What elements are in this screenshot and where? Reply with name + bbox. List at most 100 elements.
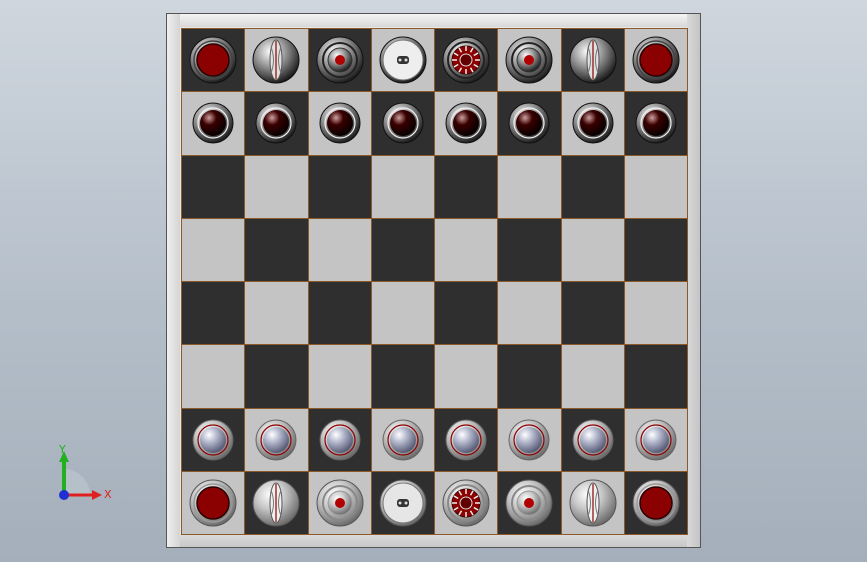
square-e8[interactable] (435, 29, 498, 92)
square-e7[interactable] (435, 92, 498, 155)
black-queen-icon[interactable] (378, 35, 428, 85)
square-g3[interactable] (561, 345, 624, 408)
black-knight-icon[interactable] (568, 35, 618, 85)
square-a4[interactable] (182, 282, 245, 345)
square-d1[interactable] (371, 471, 434, 534)
white-pawn-icon[interactable] (444, 418, 488, 462)
square-f2[interactable] (498, 408, 561, 471)
square-b2[interactable] (245, 408, 308, 471)
square-d5[interactable] (371, 218, 434, 281)
white-queen-icon[interactable] (378, 478, 428, 528)
square-a3[interactable] (182, 345, 245, 408)
black-rook-icon[interactable] (188, 35, 238, 85)
square-g1[interactable] (561, 471, 624, 534)
white-rook-icon[interactable] (188, 478, 238, 528)
square-f8[interactable] (498, 29, 561, 92)
square-a5[interactable] (182, 218, 245, 281)
square-f6[interactable] (498, 155, 561, 218)
frame-bevel-left (167, 14, 180, 547)
black-bishop-icon[interactable] (504, 35, 554, 85)
square-b4[interactable] (245, 282, 308, 345)
square-a7[interactable] (182, 92, 245, 155)
square-d6[interactable] (371, 155, 434, 218)
black-pawn-icon[interactable] (444, 101, 488, 145)
square-f1[interactable] (498, 471, 561, 534)
square-e4[interactable] (435, 282, 498, 345)
square-d4[interactable] (371, 282, 434, 345)
square-g2[interactable] (561, 408, 624, 471)
square-c5[interactable] (308, 218, 371, 281)
black-pawn-icon[interactable] (191, 101, 235, 145)
square-f4[interactable] (498, 282, 561, 345)
square-a2[interactable] (182, 408, 245, 471)
square-b6[interactable] (245, 155, 308, 218)
black-pawn-icon[interactable] (254, 101, 298, 145)
square-a6[interactable] (182, 155, 245, 218)
square-e5[interactable] (435, 218, 498, 281)
square-f3[interactable] (498, 345, 561, 408)
black-pawn-icon[interactable] (634, 101, 678, 145)
white-knight-icon[interactable] (251, 478, 301, 528)
square-f5[interactable] (498, 218, 561, 281)
square-b3[interactable] (245, 345, 308, 408)
square-c1[interactable] (308, 471, 371, 534)
square-c8[interactable] (308, 29, 371, 92)
square-g8[interactable] (561, 29, 624, 92)
square-c6[interactable] (308, 155, 371, 218)
square-c3[interactable] (308, 345, 371, 408)
square-g4[interactable] (561, 282, 624, 345)
square-e1[interactable] (435, 471, 498, 534)
square-h8[interactable] (624, 29, 687, 92)
white-bishop-icon[interactable] (504, 478, 554, 528)
square-h5[interactable] (624, 218, 687, 281)
square-g7[interactable] (561, 92, 624, 155)
black-knight-icon[interactable] (251, 35, 301, 85)
square-b5[interactable] (245, 218, 308, 281)
black-pawn-icon[interactable] (507, 101, 551, 145)
square-a8[interactable] (182, 29, 245, 92)
square-e3[interactable] (435, 345, 498, 408)
white-pawn-icon[interactable] (191, 418, 235, 462)
square-d8[interactable] (371, 29, 434, 92)
square-h7[interactable] (624, 92, 687, 155)
square-c4[interactable] (308, 282, 371, 345)
square-e6[interactable] (435, 155, 498, 218)
white-pawn-icon[interactable] (318, 418, 362, 462)
black-rook-icon[interactable] (631, 35, 681, 85)
square-f7[interactable] (498, 92, 561, 155)
square-d3[interactable] (371, 345, 434, 408)
square-e2[interactable] (435, 408, 498, 471)
square-b7[interactable] (245, 92, 308, 155)
white-king-icon[interactable] (441, 478, 491, 528)
square-b1[interactable] (245, 471, 308, 534)
square-c7[interactable] (308, 92, 371, 155)
white-pawn-icon[interactable] (634, 418, 678, 462)
black-pawn-icon[interactable] (571, 101, 615, 145)
white-knight-icon[interactable] (568, 478, 618, 528)
white-pawn-icon[interactable] (381, 418, 425, 462)
black-king-icon[interactable] (441, 35, 491, 85)
square-d7[interactable] (371, 92, 434, 155)
white-pawn-icon[interactable] (571, 418, 615, 462)
white-bishop-icon[interactable] (315, 478, 365, 528)
square-h1[interactable] (624, 471, 687, 534)
frame-bevel-top (167, 14, 700, 27)
chessboard-frame[interactable] (166, 13, 701, 548)
square-g6[interactable] (561, 155, 624, 218)
white-pawn-icon[interactable] (254, 418, 298, 462)
square-a1[interactable] (182, 471, 245, 534)
square-h4[interactable] (624, 282, 687, 345)
graphics-viewport[interactable]: Y X (0, 0, 867, 562)
square-h3[interactable] (624, 345, 687, 408)
black-bishop-icon[interactable] (315, 35, 365, 85)
square-h2[interactable] (624, 408, 687, 471)
square-c2[interactable] (308, 408, 371, 471)
square-b8[interactable] (245, 29, 308, 92)
black-pawn-icon[interactable] (381, 101, 425, 145)
white-rook-icon[interactable] (631, 478, 681, 528)
square-d2[interactable] (371, 408, 434, 471)
white-pawn-icon[interactable] (507, 418, 551, 462)
square-g5[interactable] (561, 218, 624, 281)
square-h6[interactable] (624, 155, 687, 218)
black-pawn-icon[interactable] (318, 101, 362, 145)
